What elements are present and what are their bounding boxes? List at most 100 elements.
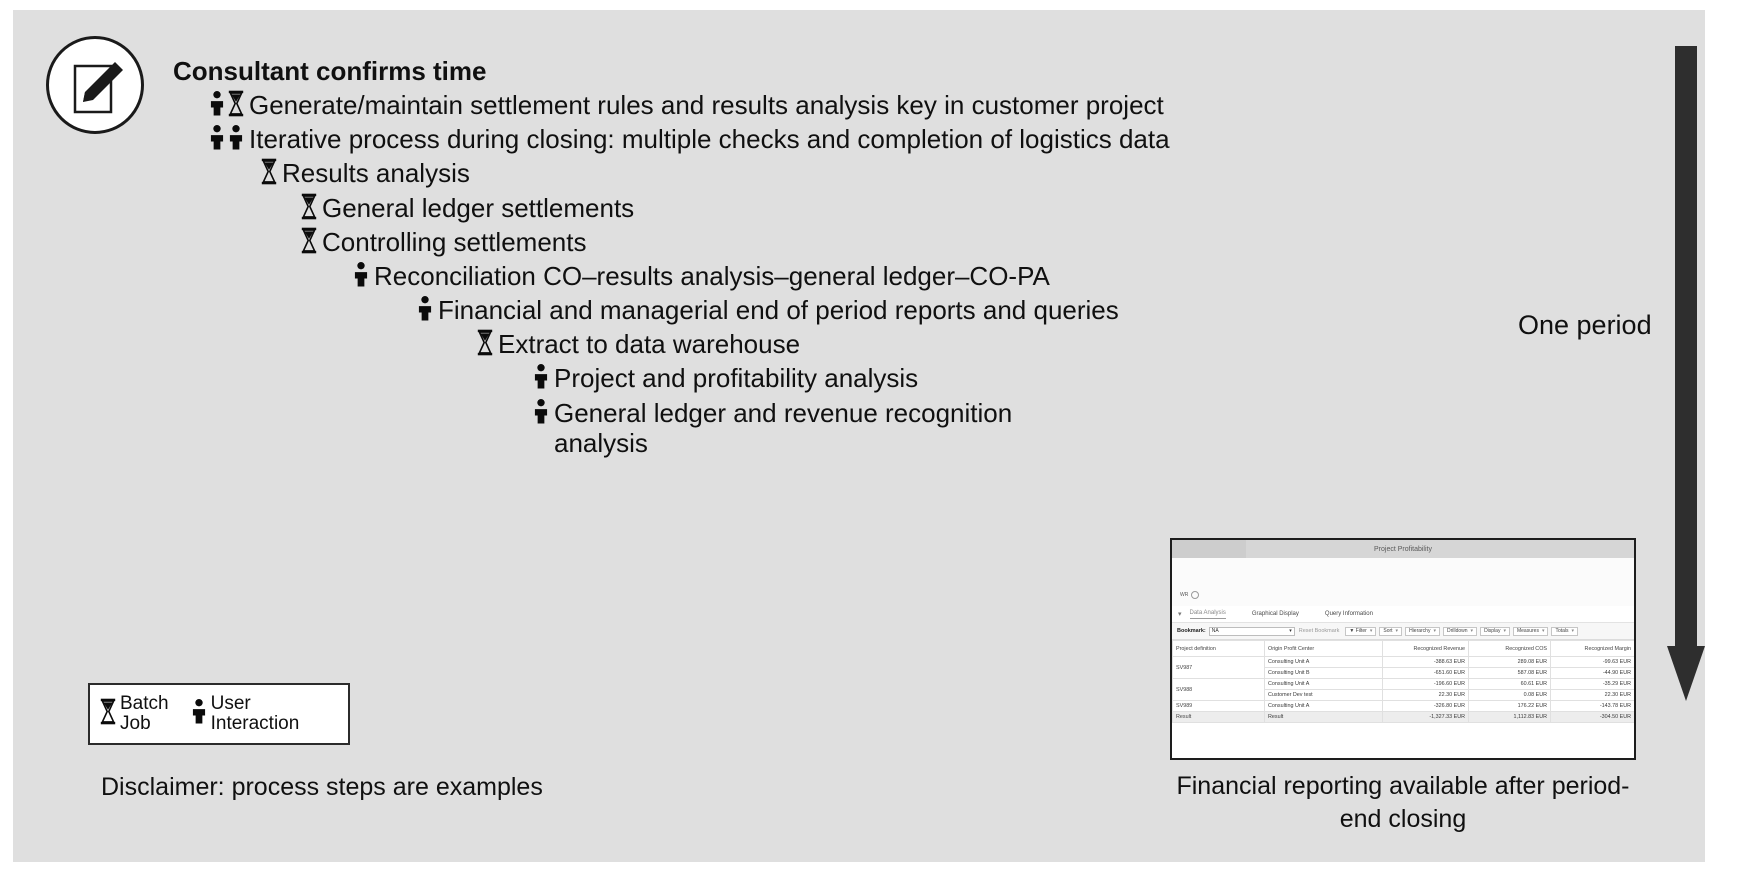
chevron-down-icon[interactable]: ▾ — [1178, 610, 1182, 618]
profitability-table: Project definition Origin Profit Center Re… — [1172, 640, 1634, 723]
process-step: Project and profitability analysis — [13, 363, 1173, 393]
cell-origin-profit-center: Consulting Unit A — [1264, 656, 1383, 668]
process-step-label: Extract to data warehouse — [498, 329, 801, 360]
process-step-label: General ledger settlements — [322, 192, 635, 223]
cell-recognized-revenue: -196.60 EUR — [1382, 678, 1469, 690]
process-step-icons — [353, 261, 369, 288]
chevron-down-icon: ▾ — [1289, 628, 1292, 634]
bookmark-value: NA — [1211, 628, 1219, 634]
info-circle-icon — [1191, 591, 1200, 599]
process-step: Generate/maintain settlement rules and r… — [13, 90, 1173, 120]
legend-box: Batch Job User Interaction — [88, 683, 350, 745]
chevron-down-icon: ▾ — [1369, 628, 1373, 634]
diagram-panel: Consultant confirms time Generate/maintai… — [13, 10, 1705, 862]
column-header[interactable]: Recognized Revenue — [1382, 640, 1469, 657]
cell-recognized-revenue: -388.63 EUR — [1382, 656, 1469, 668]
user-interaction-icon — [191, 698, 207, 730]
totals-button[interactable]: Totals ▾ — [1551, 626, 1579, 636]
cell-recognized-margin: -143.78 EUR — [1550, 700, 1634, 712]
column-header[interactable]: Recognized Margin — [1550, 640, 1634, 657]
report-filter-line: WR — [1172, 584, 1634, 606]
cell-origin-profit-center: Result — [1264, 711, 1383, 723]
user-interaction-icon — [209, 90, 225, 117]
process-step: Reconciliation CO–results analysis–gener… — [13, 261, 1173, 291]
filter-button[interactable]: ▼ Filter ▾ — [1345, 626, 1377, 636]
cell-recognized-cos: 587.08 EUR — [1468, 667, 1551, 679]
reset-bookmark-button[interactable]: Reset Bookmark — [1299, 628, 1340, 634]
measures-button[interactable]: Measures ▾ — [1512, 626, 1549, 636]
chevron-down-icon: ▾ — [1433, 628, 1436, 634]
hierarchy-button[interactable]: Hierarchy ▾ — [1405, 626, 1440, 636]
chevron-down-icon: ▾ — [1571, 628, 1575, 634]
user-interaction-icon — [228, 124, 244, 151]
cell-recognized-revenue: -1,327.33 EUR — [1382, 711, 1469, 723]
batch-job-icon — [228, 90, 244, 117]
cell-recognized-cos: 289.08 EUR — [1468, 656, 1551, 668]
table-body: SV987 Consulting Unit A -388.63 EUR 289.08 … — [1172, 656, 1634, 723]
column-header[interactable]: Project definition — [1172, 640, 1265, 657]
report-tab-bar: ▾ Data Analysis Graphical Display Query … — [1172, 606, 1634, 623]
process-step-icons — [533, 398, 549, 425]
legend-item-label: Batch Job — [120, 693, 169, 734]
cell-recognized-cos: 176.22 EUR — [1468, 700, 1551, 712]
table-row[interactable]: SV988 Consulting Unit A -196.60 EUR 60.61 E… — [1172, 678, 1634, 701]
report-toolbar: Bookmark: NA ▾ Reset Bookmark ▼ Filter ▾ … — [1172, 623, 1634, 640]
cell-recognized-cos: 1,112.83 EUR — [1468, 711, 1551, 723]
process-step-label: General ledger and revenue recognition a… — [554, 397, 1013, 458]
process-step-label: Generate/maintain settlement rules and r… — [249, 90, 1164, 121]
cell-origin-profit-center: Consulting Unit A — [1264, 700, 1383, 712]
cell-recognized-margin: -304.50 EUR — [1550, 711, 1634, 723]
legend-item: User Interaction — [191, 693, 300, 734]
report-titlebar: Project Profitability — [1172, 540, 1634, 558]
report-title: Project Profitability — [1374, 545, 1432, 553]
bookmark-select[interactable]: NA ▾ — [1208, 626, 1295, 636]
table-header-row: Project definition Origin Profit Center Re… — [1172, 640, 1634, 657]
report-filter-name: WR — [1180, 592, 1189, 598]
sort-button[interactable]: Sort ▾ — [1379, 626, 1403, 636]
tab-query-information[interactable]: Query Information — [1325, 611, 1373, 617]
column-header[interactable]: Recognized COS — [1468, 640, 1551, 657]
process-step-icons — [417, 295, 433, 322]
cell-recognized-revenue: -651.60 EUR — [1382, 667, 1469, 679]
chevron-down-icon: ▾ — [1541, 628, 1545, 634]
batch-job-icon — [261, 158, 277, 185]
cell-recognized-margin: -35.29 EUR — [1550, 678, 1634, 690]
process-step: Consultant confirms time — [13, 56, 1173, 86]
legend-item-label: User Interaction — [210, 693, 300, 734]
cell-recognized-margin: -99.63 EUR — [1550, 656, 1634, 668]
chevron-down-icon: ▾ — [1395, 628, 1399, 634]
process-step-label: Controlling settlements — [322, 226, 587, 257]
project-profitability-report: Project Profitability WR ▾ Data Analysis… — [1170, 538, 1636, 760]
process-step-list: Consultant confirms time Generate/maintai… — [13, 56, 1173, 462]
process-step-icons — [261, 158, 277, 185]
process-step: Financial and managerial end of period r… — [13, 295, 1173, 325]
cell-recognized-revenue: 22.30 EUR — [1382, 689, 1469, 701]
process-step-icons — [209, 90, 244, 117]
process-step-icons — [209, 124, 244, 151]
user-interaction-icon — [533, 363, 549, 390]
column-header[interactable]: Origin Profit Center — [1264, 640, 1383, 657]
user-interaction-icon — [417, 295, 433, 322]
cell-recognized-revenue: -326.80 EUR — [1382, 700, 1469, 712]
process-step: Results analysis — [13, 158, 1173, 188]
disclaimer-text: Disclaimer: process steps are examples — [101, 773, 543, 801]
table-row[interactable]: SV987 Consulting Unit A -388.63 EUR 289.08 … — [1172, 656, 1634, 679]
drilldown-button[interactable]: Drilldown ▾ — [1442, 626, 1478, 636]
process-step-label: Project and profitability analysis — [554, 363, 919, 394]
cell-origin-profit-center: Consulting Unit B — [1264, 667, 1383, 679]
cell-recognized-margin: -44.90 EUR — [1550, 667, 1634, 679]
report-caption: Financial reporting available after peri… — [1176, 772, 1630, 833]
process-step-label: Iterative process during closing: multip… — [249, 124, 1170, 155]
chevron-down-icon: ▾ — [1470, 628, 1474, 634]
display-button[interactable]: Display ▾ — [1480, 626, 1510, 636]
tab-data-analysis[interactable]: Data Analysis — [1189, 610, 1226, 619]
table-row[interactable]: SV989 Consulting Unit A -326.80 EUR 176.22 … — [1172, 700, 1634, 712]
batch-job-icon — [301, 193, 317, 220]
user-interaction-icon — [353, 261, 369, 288]
batch-job-icon — [100, 698, 116, 730]
tab-graphical-display[interactable]: Graphical Display — [1252, 611, 1299, 617]
process-step: Extract to data warehouse — [13, 329, 1173, 359]
batch-job-icon — [477, 329, 493, 356]
table-row[interactable]: Result Result -1,327.33 EUR 1,112.83 EUR -30… — [1172, 711, 1634, 723]
user-interaction-icon — [209, 124, 225, 151]
